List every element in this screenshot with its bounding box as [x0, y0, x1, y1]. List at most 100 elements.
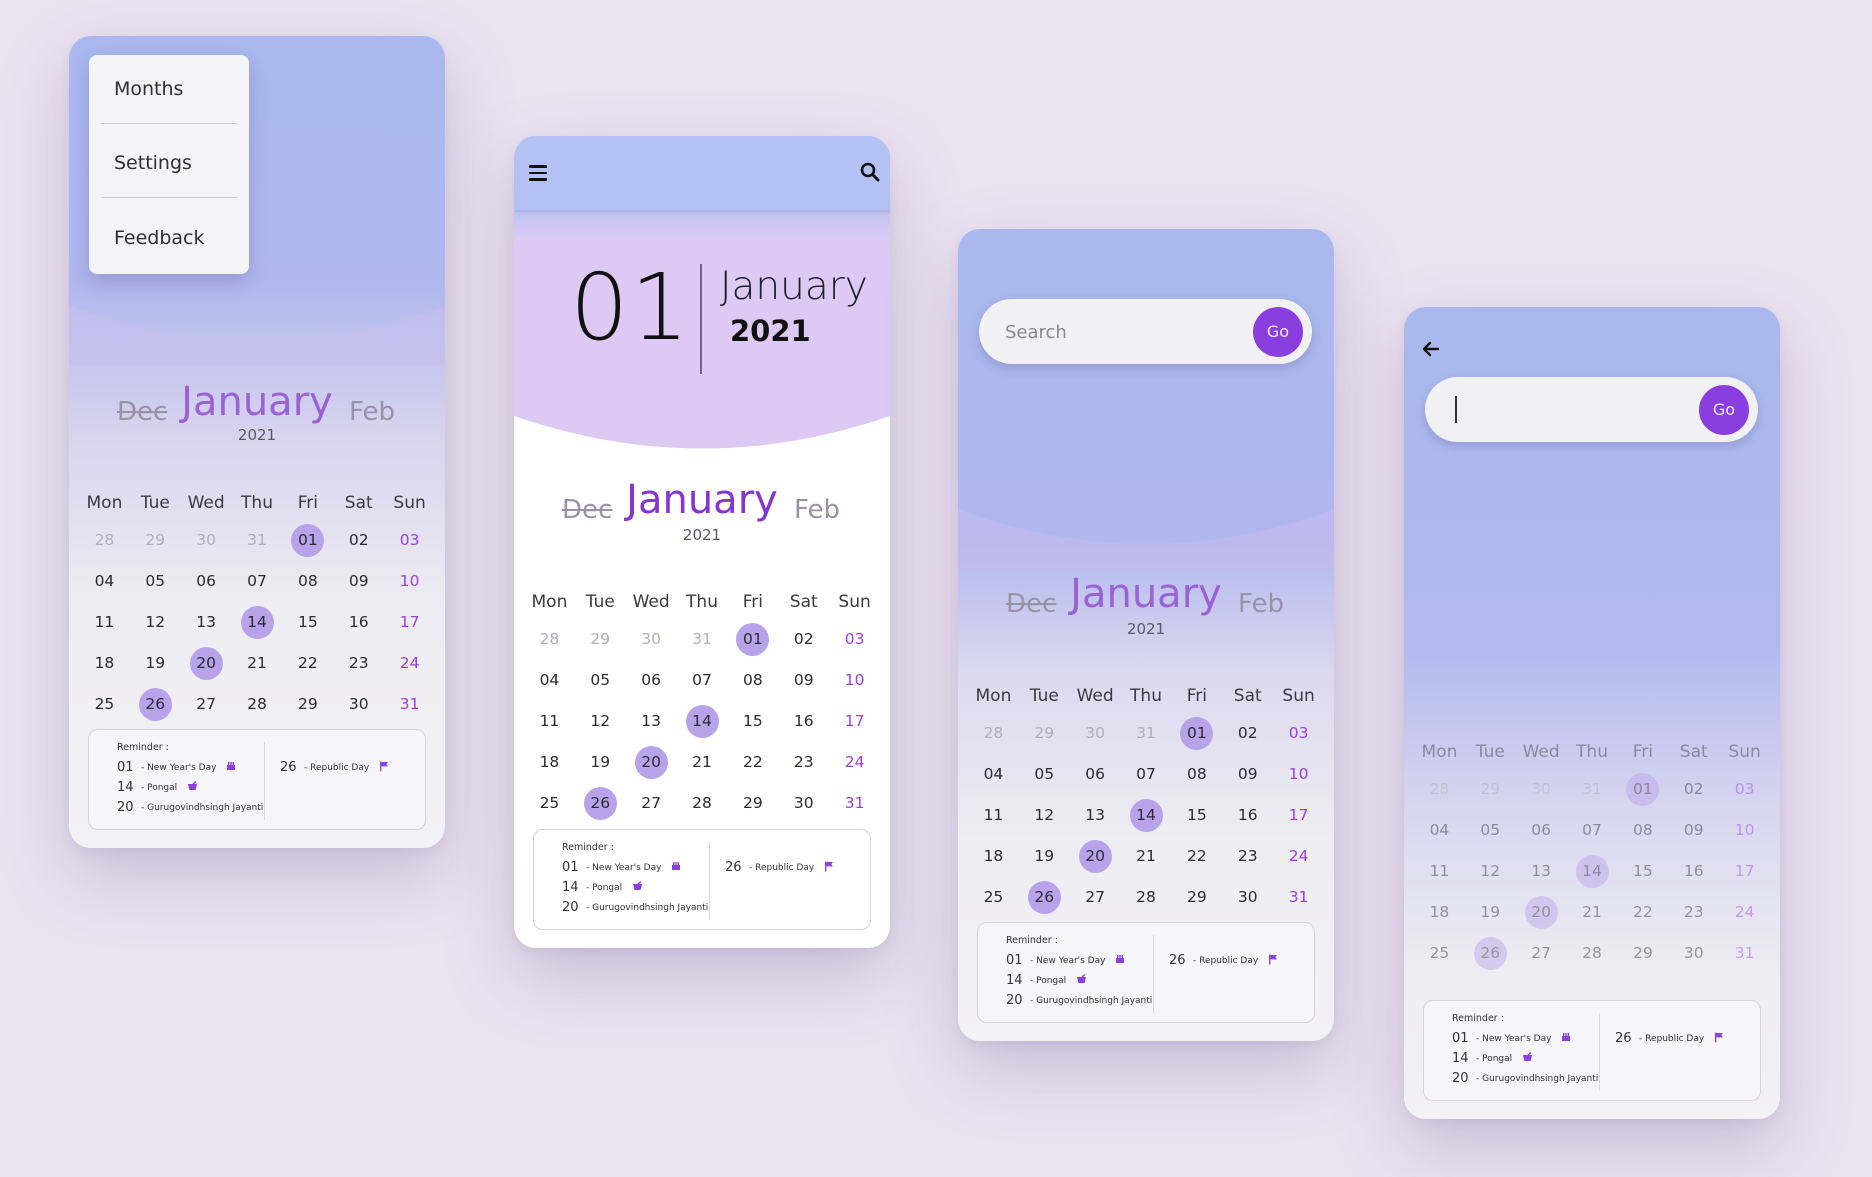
calendar-day[interactable]: 15 [1171, 795, 1222, 836]
calendar-day[interactable]: 30 [1070, 713, 1121, 754]
calendar-day[interactable]: 23 [333, 643, 384, 684]
calendar-day[interactable]: 26 [1465, 933, 1516, 974]
calendar-day[interactable]: 10 [829, 660, 880, 701]
calendar-day[interactable]: 31 [1121, 713, 1172, 754]
calendar-day[interactable]: 10 [1273, 754, 1324, 795]
calendar-day[interactable]: 01 [727, 619, 778, 660]
reminder-item[interactable]: 01 - New Year's Day [1006, 953, 1125, 968]
calendar-day[interactable]: 30 [1668, 933, 1719, 974]
calendar-day[interactable]: 31 [384, 684, 435, 725]
calendar-day[interactable]: 31 [1719, 933, 1770, 974]
calendar-day[interactable]: 14 [1567, 851, 1618, 892]
calendar-day[interactable]: 28 [232, 684, 283, 725]
calendar-day[interactable]: 29 [1019, 713, 1070, 754]
calendar-day[interactable]: 28 [1414, 769, 1465, 810]
next-month-button[interactable]: Feb [1238, 589, 1284, 619]
calendar-day[interactable]: 16 [333, 602, 384, 643]
reminder-item[interactable]: 14 - Pongal [1006, 973, 1087, 988]
calendar-day[interactable]: 04 [1414, 810, 1465, 851]
calendar-day[interactable]: 31 [677, 619, 728, 660]
calendar-day[interactable]: 21 [1567, 892, 1618, 933]
calendar-day[interactable]: 21 [677, 742, 728, 783]
calendar-day[interactable]: 27 [626, 783, 677, 824]
reminder-item[interactable]: 26 - Republic Day [280, 760, 389, 775]
search-input[interactable] [1005, 317, 1225, 347]
calendar-day[interactable]: 02 [1668, 769, 1719, 810]
reminder-item[interactable]: 20 - Gurugovindhsingh Jayanti [117, 800, 263, 815]
calendar-day[interactable]: 02 [778, 619, 829, 660]
prev-month-button[interactable]: Dec [562, 495, 612, 525]
calendar-day[interactable]: 15 [282, 602, 333, 643]
calendar-day[interactable]: 29 [727, 783, 778, 824]
calendar-day[interactable]: 14 [232, 602, 283, 643]
calendar-day[interactable]: 22 [282, 643, 333, 684]
calendar-day[interactable]: 06 [181, 561, 232, 602]
calendar-day[interactable]: 19 [1019, 836, 1070, 877]
calendar-day[interactable]: 14 [677, 701, 728, 742]
menu-icon[interactable] [529, 165, 547, 181]
calendar-day[interactable]: 27 [1516, 933, 1567, 974]
calendar-day[interactable]: 06 [1516, 810, 1567, 851]
calendar-day[interactable]: 30 [333, 684, 384, 725]
calendar-day[interactable]: 28 [677, 783, 728, 824]
calendar-day[interactable]: 18 [79, 643, 130, 684]
calendar-day[interactable]: 10 [384, 561, 435, 602]
reminder-item[interactable]: 26 - Republic Day [1169, 953, 1278, 968]
calendar-day[interactable]: 17 [1719, 851, 1770, 892]
reminder-item[interactable]: 26 - Republic Day [1615, 1031, 1724, 1046]
calendar-day[interactable]: 29 [130, 520, 181, 561]
calendar-day[interactable]: 24 [829, 742, 880, 783]
calendar-day[interactable]: 28 [524, 619, 575, 660]
calendar-day[interactable]: 09 [333, 561, 384, 602]
back-arrow-icon[interactable] [1422, 341, 1440, 361]
reminder-item[interactable]: 20 - Gurugovindhsingh Jayanti [1006, 993, 1152, 1008]
next-month-button[interactable]: Feb [794, 495, 840, 525]
calendar-day[interactable]: 24 [1273, 836, 1324, 877]
calendar-day[interactable]: 28 [1121, 877, 1172, 918]
calendar-day[interactable]: 12 [575, 701, 626, 742]
calendar-day[interactable]: 04 [524, 660, 575, 701]
calendar-day[interactable]: 06 [626, 660, 677, 701]
reminder-item[interactable]: 14 - Pongal [117, 780, 198, 795]
calendar-day[interactable]: 19 [575, 742, 626, 783]
calendar-day[interactable]: 29 [1465, 769, 1516, 810]
prev-month-button[interactable]: Dec [1006, 589, 1056, 619]
calendar-day[interactable]: 11 [1414, 851, 1465, 892]
calendar-day[interactable]: 04 [79, 561, 130, 602]
calendar-day[interactable]: 30 [778, 783, 829, 824]
calendar-day[interactable]: 07 [232, 561, 283, 602]
calendar-day[interactable]: 07 [677, 660, 728, 701]
calendar-day[interactable]: 14 [1121, 795, 1172, 836]
calendar-day[interactable]: 01 [1171, 713, 1222, 754]
calendar-day[interactable]: 19 [130, 643, 181, 684]
reminder-item[interactable]: 14 - Pongal [1452, 1051, 1533, 1066]
calendar-day[interactable]: 12 [130, 602, 181, 643]
calendar-day[interactable]: 02 [1222, 713, 1273, 754]
calendar-day[interactable]: 20 [1516, 892, 1567, 933]
calendar-day[interactable]: 23 [1222, 836, 1273, 877]
calendar-day[interactable]: 16 [778, 701, 829, 742]
search-icon[interactable] [860, 162, 880, 186]
calendar-day[interactable]: 11 [79, 602, 130, 643]
calendar-day[interactable]: 13 [1070, 795, 1121, 836]
calendar-day[interactable]: 21 [1121, 836, 1172, 877]
reminder-item[interactable]: 01 - New Year's Day [1452, 1031, 1571, 1046]
calendar-day[interactable]: 25 [79, 684, 130, 725]
calendar-day[interactable]: 28 [1567, 933, 1618, 974]
calendar-day[interactable]: 22 [727, 742, 778, 783]
calendar-day[interactable]: 30 [181, 520, 232, 561]
go-button[interactable]: Go [1253, 307, 1303, 357]
calendar-day[interactable]: 18 [1414, 892, 1465, 933]
calendar-day[interactable]: 28 [968, 713, 1019, 754]
reminder-item[interactable]: 01 - New Year's Day [562, 860, 681, 875]
calendar-day[interactable]: 01 [282, 520, 333, 561]
reminder-item[interactable]: 20 - Gurugovindhsingh Jayanti [1452, 1071, 1598, 1086]
calendar-day[interactable]: 16 [1222, 795, 1273, 836]
calendar-day[interactable]: 07 [1121, 754, 1172, 795]
calendar-day[interactable]: 22 [1617, 892, 1668, 933]
calendar-day[interactable]: 11 [968, 795, 1019, 836]
calendar-day[interactable]: 30 [1516, 769, 1567, 810]
calendar-day[interactable]: 11 [524, 701, 575, 742]
calendar-day[interactable]: 30 [626, 619, 677, 660]
calendar-day[interactable]: 22 [1171, 836, 1222, 877]
